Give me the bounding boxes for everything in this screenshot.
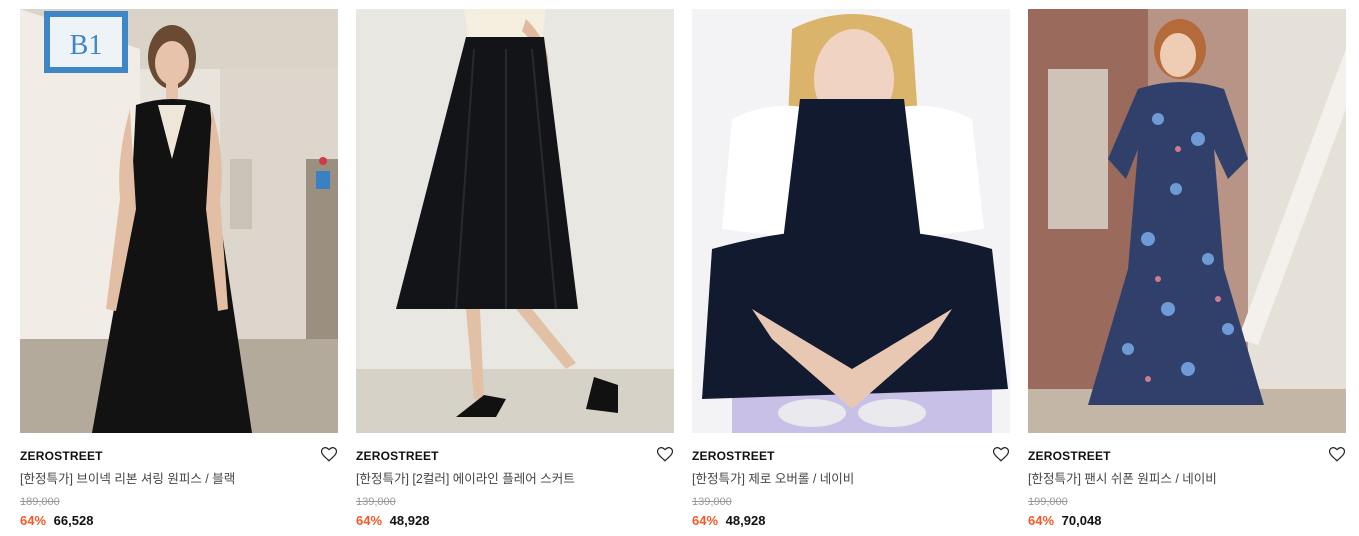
- original-price: 199,000: [1028, 496, 1068, 508]
- original-price: 139,000: [356, 496, 396, 508]
- sale-price: 70,048: [1061, 513, 1102, 528]
- original-price: 139,000: [692, 496, 732, 508]
- discount-rate: 64%: [20, 513, 47, 528]
- product-card[interactable]: ZEROSTREET [한정특가] [2컬러] 에이라인 플레어 스커트 139…: [356, 9, 674, 530]
- price-row: 64% 66,528: [20, 512, 338, 530]
- product-grid: B1 ZEROSTREET [한정특가] 브이넥 리본 셔링 원피스 / 블랙 …: [0, 0, 1359, 536]
- product-name[interactable]: [한정특가] 브이넥 리본 셔링 원피스 / 블랙: [20, 470, 338, 488]
- product-name[interactable]: [한정특가] 팬시 쉬폰 원피스 / 네이비: [1028, 470, 1346, 488]
- product-card[interactable]: ZEROSTREET [한정특가] 제로 오버롤 / 네이비 139,000 6…: [692, 9, 1010, 530]
- heart-outline-icon[interactable]: [1328, 445, 1346, 463]
- price-row: 64% 70,048: [1028, 512, 1346, 530]
- heart-outline-icon[interactable]: [656, 445, 674, 463]
- brand-name[interactable]: ZEROSTREET: [692, 448, 1010, 464]
- heart-outline-icon[interactable]: [992, 445, 1010, 463]
- original-price: 189,000: [20, 496, 60, 508]
- price-row: 64% 48,928: [692, 512, 1010, 530]
- sale-price: 66,528: [53, 513, 94, 528]
- product-image[interactable]: [692, 9, 1010, 433]
- discount-rate: 64%: [356, 513, 383, 528]
- brand-name[interactable]: ZEROSTREET: [356, 448, 674, 464]
- brand-name[interactable]: ZEROSTREET: [20, 448, 338, 464]
- sign-b1-text: B1: [70, 30, 103, 61]
- sale-price: 48,928: [725, 513, 766, 528]
- price-row: 64% 48,928: [356, 512, 674, 530]
- brand-name[interactable]: ZEROSTREET: [1028, 448, 1346, 464]
- heart-outline-icon[interactable]: [320, 445, 338, 463]
- product-name[interactable]: [한정특가] 제로 오버롤 / 네이비: [692, 470, 1010, 488]
- discount-rate: 64%: [692, 513, 719, 528]
- sale-price: 48,928: [389, 513, 430, 528]
- discount-rate: 64%: [1028, 513, 1055, 528]
- product-image[interactable]: [1028, 9, 1346, 433]
- product-name[interactable]: [한정특가] [2컬러] 에이라인 플레어 스커트: [356, 470, 674, 488]
- product-image[interactable]: [356, 9, 674, 433]
- product-card[interactable]: ZEROSTREET [한정특가] 팬시 쉬폰 원피스 / 네이비 199,00…: [1028, 9, 1346, 530]
- product-image[interactable]: B1: [20, 9, 338, 433]
- product-card[interactable]: B1 ZEROSTREET [한정특가] 브이넥 리본 셔링 원피스 / 블랙 …: [20, 9, 338, 530]
